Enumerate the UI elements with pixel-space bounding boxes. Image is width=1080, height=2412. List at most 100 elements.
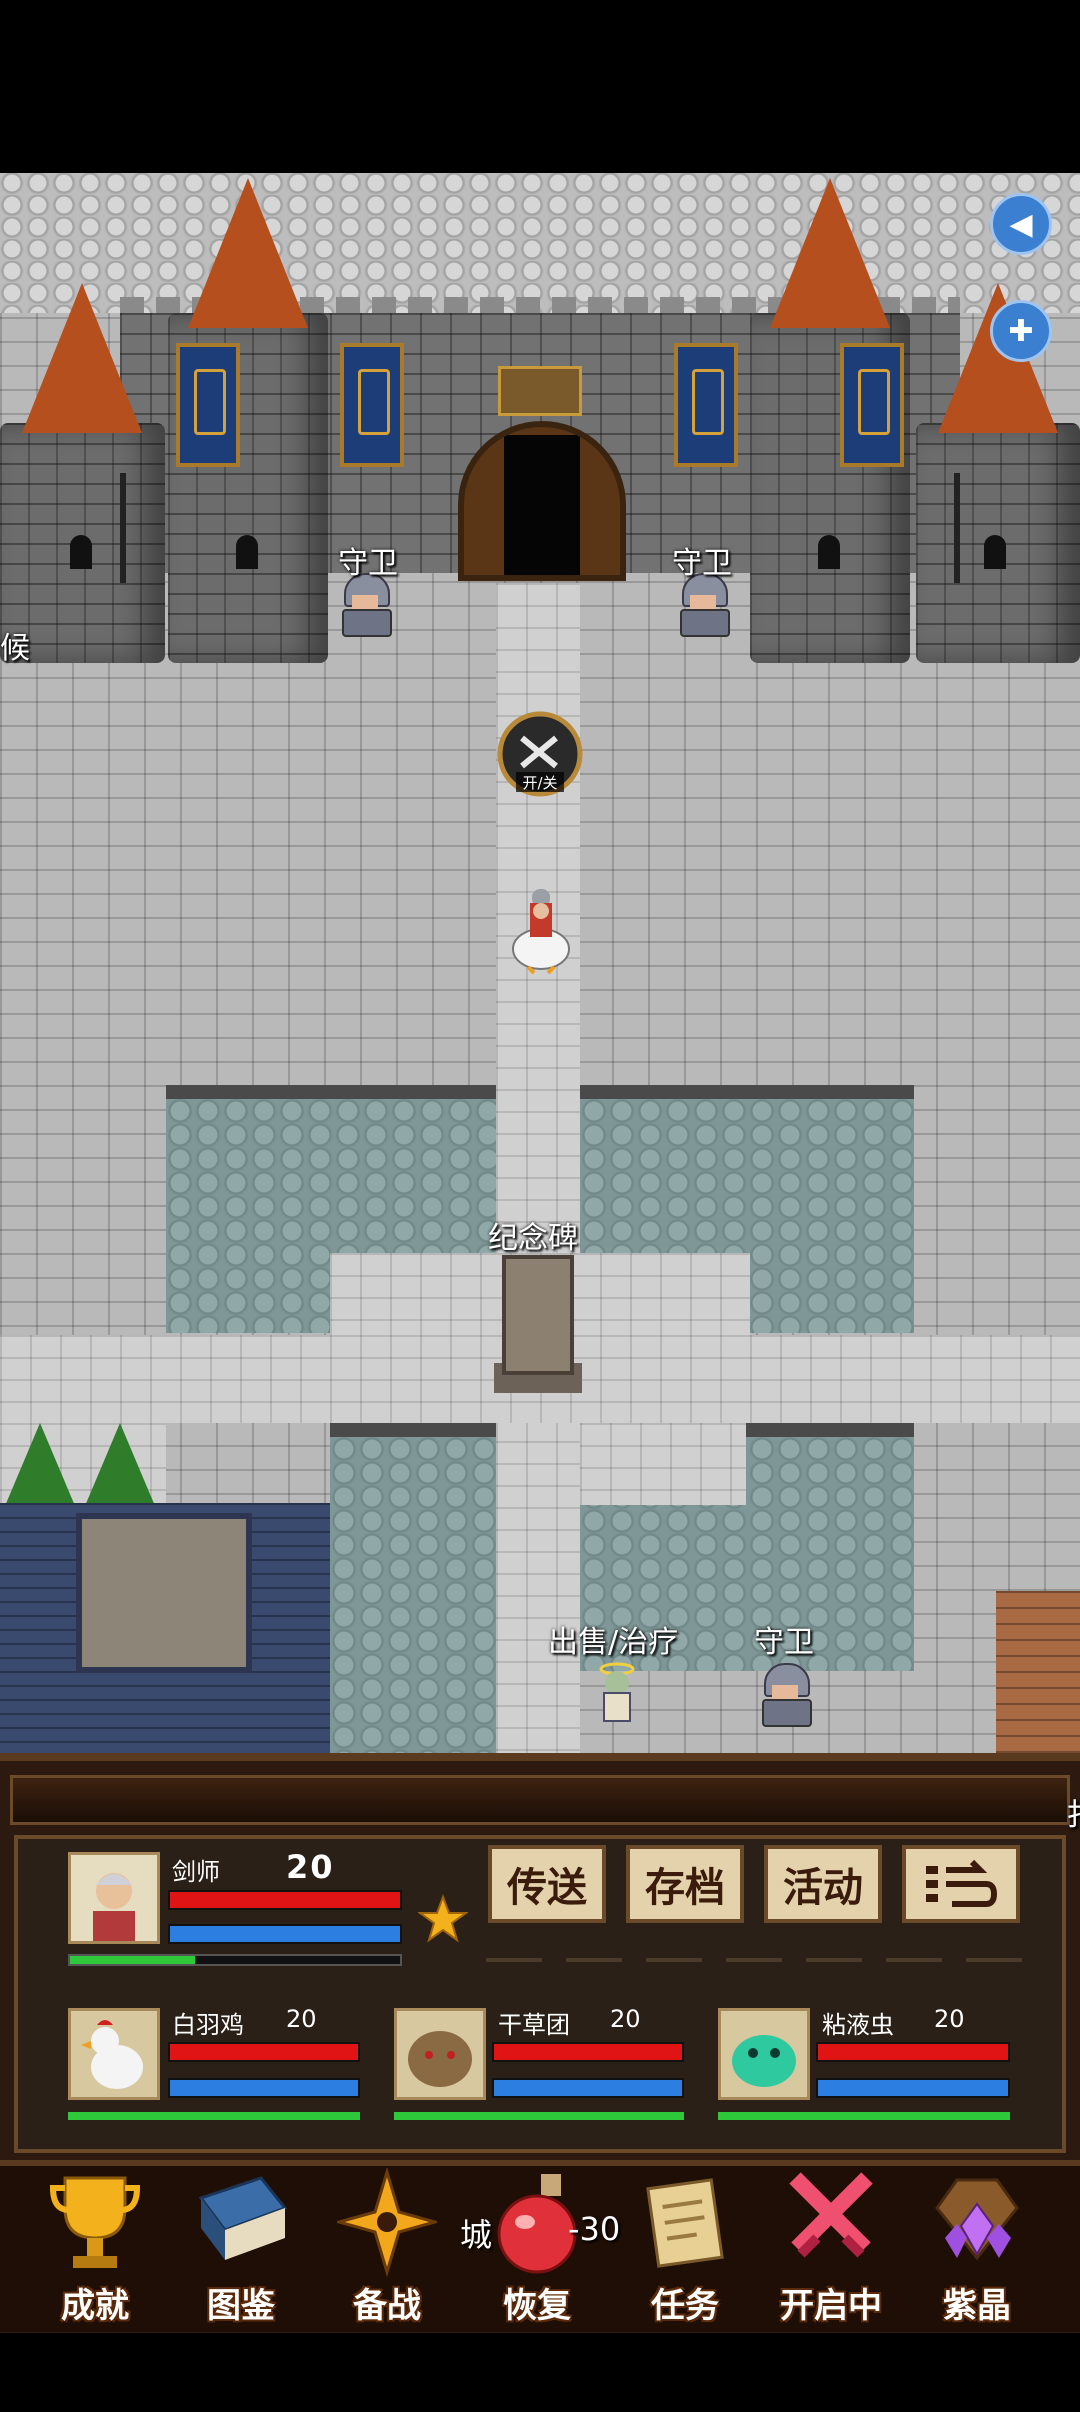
sound-toggle-icon[interactable]: ◀ — [990, 193, 1052, 255]
tower-window — [236, 535, 258, 569]
divider — [966, 1958, 1022, 1962]
nav-opening[interactable]: 开启中 — [766, 2168, 896, 2328]
pet-level: 20 — [934, 2005, 965, 2033]
pet-xp-fill — [394, 2112, 684, 2120]
leader-xp-fill — [70, 1956, 195, 1964]
pet-portrait[interactable] — [68, 2008, 160, 2100]
auto-battle-toggle[interactable]: 开/关 — [494, 708, 586, 800]
book-icon — [198, 2176, 288, 2260]
leader-hp-bar — [168, 1890, 402, 1910]
cobblestone-courtyard — [0, 173, 1080, 313]
nav-quests[interactable]: 任务 — [620, 2168, 750, 2328]
divider — [886, 1958, 942, 1962]
pet-level: 20 — [610, 2005, 641, 2033]
building-roof — [996, 1591, 1080, 1753]
player-character[interactable] — [506, 885, 576, 975]
merchant-label: 出售/治疗 — [548, 1625, 679, 1660]
castle-banner — [674, 343, 738, 467]
guard-label: 守卫 — [672, 546, 732, 581]
moat-pool — [330, 1423, 496, 1753]
leader-portrait[interactable] — [68, 1852, 160, 1944]
pine-tree — [2, 1423, 78, 1513]
nav-label: 备战 — [353, 2286, 421, 2326]
events-button[interactable]: 活动 — [764, 1845, 882, 1923]
guard-npc[interactable] — [756, 1663, 816, 1727]
tower-roof — [22, 283, 142, 433]
nav-label: 紫晶 — [943, 2286, 1011, 2326]
divider — [726, 1958, 782, 1962]
pet-portrait[interactable] — [394, 2008, 486, 2100]
leader-mp-bar — [168, 1924, 402, 1944]
merchant-npc[interactable] — [592, 1661, 642, 1727]
pet-mp-bar — [168, 2078, 360, 2098]
nav-label: 开启中 — [780, 2286, 882, 2326]
castle-banner — [840, 343, 904, 467]
leader-level: 20 — [286, 1848, 335, 1886]
pet-name: 干草团 — [498, 2011, 570, 2039]
crossed-swords-icon — [789, 2172, 873, 2258]
divider — [646, 1958, 702, 1962]
castle-banner — [340, 343, 404, 467]
teleport-button[interactable]: 传送 — [488, 1845, 606, 1923]
dpad-icon[interactable]: ✚ — [990, 300, 1052, 362]
tower-window — [70, 535, 92, 569]
pet-hp-bar — [816, 2042, 1010, 2062]
guard-label: 守卫 — [338, 546, 398, 581]
divider — [486, 1958, 542, 1962]
save-button[interactable]: 存档 — [626, 1845, 744, 1923]
menu-exit-button[interactable] — [902, 1845, 1020, 1923]
pet-mp-bar — [816, 2078, 1010, 2098]
tower-roof — [188, 178, 308, 328]
castle-gate[interactable] — [458, 421, 626, 581]
floating-text: -30 — [568, 2210, 621, 2248]
floating-text: 城 — [460, 2216, 493, 2254]
nav-prepare[interactable]: 备战 — [322, 2168, 452, 2328]
guard-npc[interactable] — [674, 573, 734, 637]
tower-roof — [770, 178, 890, 328]
pet-portrait[interactable] — [718, 2008, 810, 2100]
nav-amethyst[interactable]: 紫晶 — [912, 2168, 1042, 2328]
pine-tree — [82, 1423, 158, 1513]
pet-xp-fill — [68, 2112, 360, 2120]
inner-walkway — [580, 1423, 746, 1505]
street-lamp — [954, 473, 960, 583]
monument-label: 纪念碑 — [488, 1221, 578, 1256]
star-icon[interactable] — [418, 1894, 468, 1944]
gate-emblem — [498, 366, 582, 416]
house-roof — [76, 1513, 252, 1673]
pet-mp-bar — [492, 2078, 684, 2098]
scroll-icon — [646, 2178, 724, 2268]
game-map[interactable]: ◀ ✚ 开/关 守卫 守卫 守卫 出售/治疗 纪念碑 候 — [0, 173, 1080, 1753]
pet-hp-bar — [492, 2042, 684, 2062]
amethyst-icon — [935, 2178, 1019, 2261]
map-edge-label: 扌 — [1066, 1790, 1080, 1834]
shuriken-icon — [337, 2168, 437, 2278]
panel-header — [10, 1775, 1070, 1825]
nav-label: 图鉴 — [207, 2286, 275, 2326]
pet-name: 粘液虫 — [822, 2011, 894, 2039]
nav-achievements[interactable]: 成就 — [30, 2168, 160, 2328]
divider — [566, 1958, 622, 1962]
exit-arrow-icon — [926, 1859, 998, 1907]
pet-xp-fill — [718, 2112, 1010, 2120]
nav-label: 成就 — [61, 2286, 129, 2326]
trophy-icon — [49, 2176, 141, 2268]
leader-name: 剑师 — [172, 1858, 220, 1886]
nav-collection[interactable]: 图鉴 — [176, 2168, 306, 2328]
tower-roof — [938, 283, 1058, 433]
divider — [806, 1958, 862, 1962]
nav-label: 恢复 — [503, 2286, 571, 2326]
street-lamp — [120, 473, 126, 583]
pet-level: 20 — [286, 2005, 317, 2033]
monument[interactable] — [502, 1255, 574, 1375]
tower-window — [984, 535, 1006, 569]
pet-hp-bar — [168, 2042, 360, 2062]
guard-npc[interactable] — [336, 573, 396, 637]
map-edge-label: 候 — [0, 631, 30, 666]
tower-window — [818, 535, 840, 569]
toggle-label: 开/关 — [522, 774, 557, 792]
castle-banner — [176, 343, 240, 467]
guard-label: 守卫 — [754, 1625, 814, 1660]
nav-label: 任务 — [651, 2286, 719, 2326]
pet-name: 白羽鸡 — [172, 2011, 244, 2039]
